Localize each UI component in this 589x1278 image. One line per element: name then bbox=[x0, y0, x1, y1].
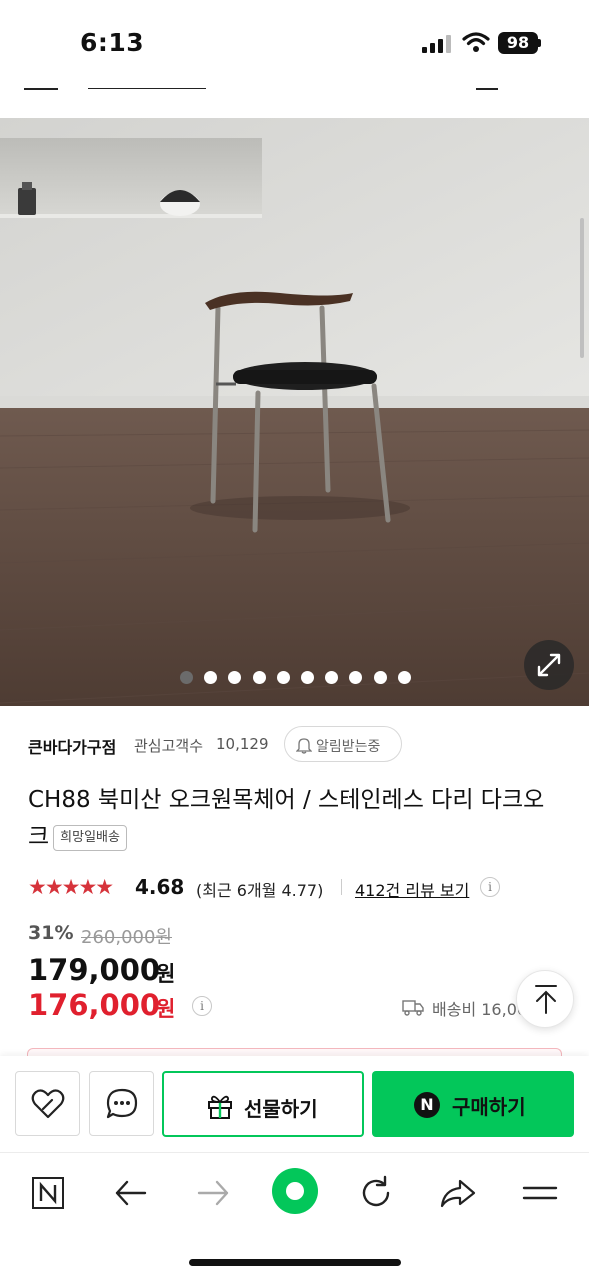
gallery-dot[interactable] bbox=[204, 671, 218, 684]
gift-button[interactable]: 선물하기 bbox=[162, 1071, 364, 1137]
nav-fragment-title bbox=[88, 88, 206, 89]
product-page: 6:13 98 큰바다가구점 관심고객수 10,129 알림받는중 CH88 북… bbox=[0, 0, 589, 1278]
sale-price-unit: 원 bbox=[156, 962, 176, 986]
followers-count: 10,129 bbox=[216, 735, 269, 753]
gallery-dot[interactable] bbox=[252, 671, 266, 684]
status-time: 6:13 bbox=[80, 28, 145, 57]
battery-tip bbox=[538, 39, 541, 47]
wishlist-button[interactable] bbox=[15, 1071, 80, 1136]
cellular-signal-icon bbox=[422, 35, 452, 53]
home-indicator[interactable] bbox=[189, 1259, 401, 1266]
naver-n-icon[interactable] bbox=[28, 1173, 68, 1213]
scroll-to-top-button[interactable] bbox=[516, 970, 574, 1028]
gift-icon bbox=[208, 1095, 232, 1119]
notification-subscribe-button[interactable]: 알림받는중 bbox=[284, 726, 402, 762]
gallery-dot[interactable] bbox=[228, 671, 242, 684]
back-arrow-icon[interactable] bbox=[111, 1173, 151, 1213]
review-link[interactable]: 412건 리뷰 보기 bbox=[355, 877, 469, 901]
expand-image-button[interactable] bbox=[524, 640, 574, 690]
price-info-icon[interactable]: i bbox=[192, 996, 212, 1016]
gallery-dot[interactable] bbox=[276, 671, 290, 684]
followers-label: 관심고객수 bbox=[134, 737, 204, 755]
payment-price-unit: 원 bbox=[156, 997, 176, 1021]
wifi-icon bbox=[462, 32, 490, 52]
gallery-pagination bbox=[0, 671, 589, 685]
original-price: 260,000원 bbox=[81, 927, 172, 948]
refresh-icon[interactable] bbox=[356, 1173, 396, 1213]
home-dot bbox=[286, 1182, 304, 1200]
purchase-action-bar: 선물하기 N 구매하기 bbox=[0, 1056, 589, 1152]
browser-toolbar bbox=[0, 1152, 589, 1278]
naver-pay-badge: N bbox=[414, 1092, 440, 1118]
gallery-dot[interactable] bbox=[373, 671, 387, 684]
page-scrollbar[interactable] bbox=[580, 218, 584, 358]
product-title: CH88 북미산 오크원목체어 / 스테인레스 다리 다크오크 희망일배송 bbox=[28, 782, 558, 856]
seller-name[interactable]: 큰바다가구점 bbox=[28, 734, 116, 758]
rating-score: 4.68 bbox=[135, 875, 185, 899]
nav-fragment-right bbox=[476, 88, 498, 90]
expand-icon bbox=[537, 653, 561, 677]
rating-row: ★★★★★ 4.68 (최근 6개월 4.77) 412건 리뷰 보기 i bbox=[28, 874, 568, 900]
home-icon[interactable] bbox=[272, 1168, 318, 1214]
buy-button[interactable]: N 구매하기 bbox=[372, 1071, 574, 1137]
gallery-dot[interactable] bbox=[397, 671, 411, 684]
payment-price: 176,000 bbox=[28, 988, 161, 1022]
share-icon[interactable] bbox=[438, 1173, 478, 1213]
info-icon[interactable]: i bbox=[480, 877, 500, 897]
gallery-dot[interactable] bbox=[180, 671, 193, 684]
wishlist-heart-icon bbox=[31, 1089, 65, 1119]
menu-icon[interactable] bbox=[520, 1173, 560, 1213]
rating-divider bbox=[341, 879, 342, 895]
sale-price: 179,000 bbox=[28, 953, 161, 987]
product-image-gallery[interactable] bbox=[0, 118, 589, 706]
delivery-tag: 희망일배송 bbox=[53, 825, 127, 851]
chat-button[interactable] bbox=[89, 1071, 154, 1136]
gallery-dot[interactable] bbox=[301, 671, 314, 684]
arrow-up-icon bbox=[535, 985, 557, 1014]
chat-icon bbox=[106, 1088, 138, 1119]
bell-icon bbox=[296, 738, 312, 754]
status-bar: 6:13 98 bbox=[0, 0, 589, 70]
truck-icon bbox=[402, 1000, 424, 1016]
gift-button-label: 선물하기 bbox=[244, 1097, 318, 1121]
battery-icon: 98 bbox=[498, 32, 538, 54]
forward-arrow-icon[interactable] bbox=[193, 1173, 233, 1213]
top-nav-fragment bbox=[0, 70, 589, 118]
chair-photo bbox=[0, 118, 589, 706]
seller-row: 큰바다가구점 관심고객수 10,129 알림받는중 bbox=[28, 726, 568, 766]
notification-subscribe-label: 알림받는중 bbox=[316, 739, 381, 755]
gallery-dot[interactable] bbox=[325, 671, 339, 684]
nav-fragment-left bbox=[24, 88, 58, 90]
discount-rate: 31% bbox=[28, 922, 74, 944]
rating-stars: ★★★★★ bbox=[28, 875, 114, 899]
recent-rating: (최근 6개월 4.77) bbox=[196, 881, 324, 900]
battery-level: 98 bbox=[506, 33, 530, 52]
gallery-dot[interactable] bbox=[349, 671, 363, 684]
buy-button-label: 구매하기 bbox=[452, 1095, 526, 1119]
